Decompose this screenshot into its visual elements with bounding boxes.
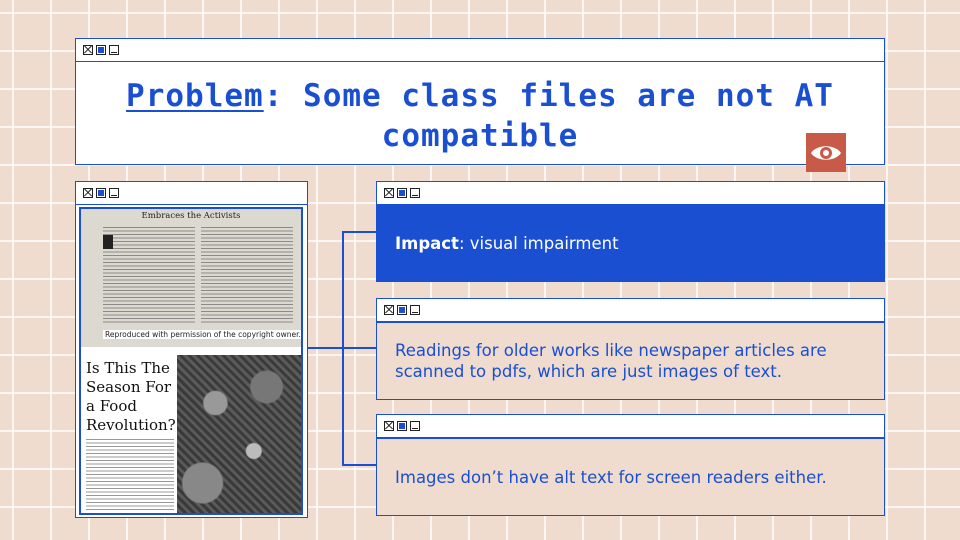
newspaper-credit: Reproduced with permission of the copyri… bbox=[103, 330, 301, 339]
panel-window bbox=[376, 298, 885, 322]
newspaper-scan-image: Embraces the Activists Reproduced with p… bbox=[79, 207, 303, 515]
panel-window bbox=[376, 414, 885, 438]
title-window: Problem: Some class files are not AT com… bbox=[75, 38, 885, 165]
eye-icon bbox=[811, 145, 841, 160]
readings-text: Readings for older works like newspaper … bbox=[395, 341, 827, 381]
impact-panel: Impact: visual impairment bbox=[376, 181, 885, 282]
problem-link[interactable]: Problem bbox=[126, 78, 264, 114]
impact-text: : visual impairment bbox=[458, 233, 619, 253]
minimize-icon[interactable] bbox=[410, 188, 420, 198]
minimize-icon[interactable] bbox=[410, 305, 420, 315]
panel-body: Readings for older works like newspaper … bbox=[376, 322, 885, 400]
impact-label: Impact bbox=[395, 233, 459, 253]
connector-line bbox=[342, 231, 376, 233]
minimize-icon[interactable] bbox=[410, 421, 420, 431]
title-bar bbox=[377, 299, 884, 321]
minimize-icon[interactable] bbox=[109, 45, 119, 55]
eye-button[interactable] bbox=[806, 133, 846, 172]
close-icon[interactable] bbox=[384, 305, 394, 315]
title-bar bbox=[377, 415, 884, 437]
alt-text-text: Images don’t have alt text for screen re… bbox=[395, 467, 827, 487]
title-bar bbox=[76, 182, 307, 205]
newspaper-photo bbox=[177, 355, 301, 513]
connector-line bbox=[342, 347, 376, 349]
connector-line bbox=[308, 347, 343, 349]
close-icon[interactable] bbox=[384, 188, 394, 198]
newspaper-headline-2: Is This The Season For a Food Revolution… bbox=[86, 359, 176, 434]
page-title: Problem: Some class files are not AT com… bbox=[76, 76, 884, 156]
maximize-icon[interactable] bbox=[96, 45, 106, 55]
maximize-icon[interactable] bbox=[397, 305, 407, 315]
image-window: Embraces the Activists Reproduced with p… bbox=[75, 181, 308, 518]
newspaper-headline: Embraces the Activists bbox=[141, 211, 241, 221]
panel-body: Images don’t have alt text for screen re… bbox=[376, 438, 885, 516]
newspaper-column bbox=[103, 227, 195, 323]
panel-body: Impact: visual impairment bbox=[376, 205, 885, 282]
newspaper-article-top: Embraces the Activists Reproduced with p… bbox=[81, 209, 301, 347]
close-icon[interactable] bbox=[384, 421, 394, 431]
title-bar bbox=[76, 39, 884, 62]
alt-text-panel: Images don’t have alt text for screen re… bbox=[376, 414, 885, 516]
connector-line bbox=[342, 464, 376, 466]
minimize-icon[interactable] bbox=[109, 188, 119, 198]
newspaper-dropcap bbox=[103, 235, 113, 249]
readings-panel: Readings for older works like newspaper … bbox=[376, 298, 885, 400]
newspaper-column bbox=[86, 439, 174, 511]
maximize-icon[interactable] bbox=[397, 188, 407, 198]
maximize-icon[interactable] bbox=[397, 421, 407, 431]
panel-window bbox=[376, 181, 885, 205]
close-icon[interactable] bbox=[83, 45, 93, 55]
newspaper-article-bottom: Is This The Season For a Food Revolution… bbox=[81, 347, 301, 513]
maximize-icon[interactable] bbox=[96, 188, 106, 198]
newspaper-column bbox=[201, 227, 293, 323]
close-icon[interactable] bbox=[83, 188, 93, 198]
title-rest: : Some class files are not AT compatible bbox=[263, 78, 834, 154]
title-bar bbox=[377, 182, 884, 204]
